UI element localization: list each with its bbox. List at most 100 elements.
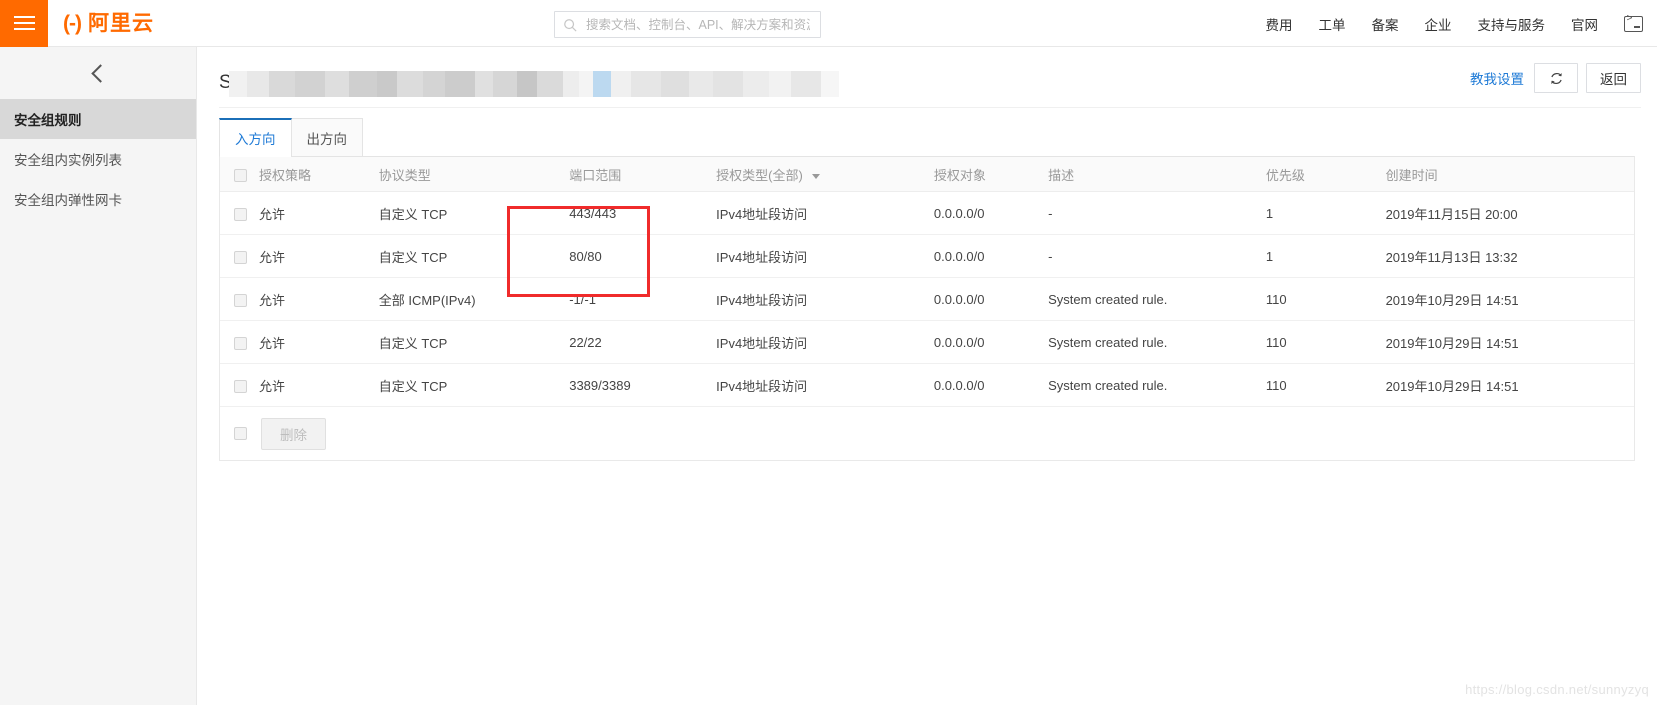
cell-value: 0.0.0.0/0 xyxy=(932,378,985,393)
cell-port-range: -1/-1 xyxy=(567,278,714,321)
cell-value: 自定义 TCP xyxy=(377,250,448,265)
top-header-bar: (-) 阿里云 费用 工单 备案 企业 支持与服务 官网 xyxy=(0,0,1657,47)
col-header-policy: 授权策略 xyxy=(257,157,377,192)
select-all-header xyxy=(220,157,257,192)
redaction-block xyxy=(397,71,423,97)
terminal-icon[interactable] xyxy=(1624,16,1643,32)
cell-value: IPv4地址段访问 xyxy=(714,207,807,222)
nav-item-ticket[interactable]: 工单 xyxy=(1319,14,1346,34)
cell-protocol: 自定义 TCP xyxy=(377,235,567,278)
sidebar-item-label: 安全组规则 xyxy=(14,109,82,129)
table-row[interactable]: 允许 全部 ICMP(IPv4) -1/-1 IPv4地址段访问 0.0.0.0… xyxy=(220,278,1634,321)
sidebar-item-label: 安全组内实例列表 xyxy=(14,149,122,169)
redaction-block xyxy=(229,71,247,97)
cell-port-range: 80/80 xyxy=(567,235,714,278)
sidebar-item-label: 安全组内弹性网卡 xyxy=(14,189,122,209)
teach-me-setup-link[interactable]: 教我设置 xyxy=(1470,68,1524,88)
cell-value: System created rule. xyxy=(1046,292,1167,307)
cell-description: - xyxy=(1046,235,1264,278)
redaction-block xyxy=(475,71,493,97)
cell-auth-object: 0.0.0.0/0 xyxy=(932,364,1046,407)
col-header-label: 授权类型(全部) xyxy=(714,168,803,183)
cell-value: 110 xyxy=(1264,378,1287,393)
row-checkbox[interactable] xyxy=(234,208,247,221)
cell-policy: 允许 xyxy=(257,235,377,278)
row-checkbox[interactable] xyxy=(234,337,247,350)
col-header-label: 授权对象 xyxy=(932,168,986,183)
cell-value: 全部 ICMP(IPv4) xyxy=(377,293,476,308)
nav-item-enterprise[interactable]: 企业 xyxy=(1425,14,1452,34)
cell-auth-type: IPv4地址段访问 xyxy=(714,278,932,321)
table-row[interactable]: 允许 自定义 TCP 443/443 IPv4地址段访问 0.0.0.0/0 -… xyxy=(220,192,1634,235)
cell-protocol: 自定义 TCP xyxy=(377,192,567,235)
nav-item-fee[interactable]: 费用 xyxy=(1266,14,1293,34)
cell-value: 允许 xyxy=(257,336,285,351)
cell-auth-object: 0.0.0.0/0 xyxy=(932,235,1046,278)
refresh-button[interactable] xyxy=(1534,63,1578,93)
cell-value: -1/-1 xyxy=(567,292,596,307)
chevron-left-icon xyxy=(91,64,109,82)
col-header-auth-type[interactable]: 授权类型(全部) xyxy=(714,157,932,192)
cell-description: System created rule. xyxy=(1046,278,1264,321)
cell-auth-type: IPv4地址段访问 xyxy=(714,364,932,407)
table-row[interactable]: 允许 自定义 TCP 22/22 IPv4地址段访问 0.0.0.0/0 Sys… xyxy=(220,321,1634,364)
search-input[interactable] xyxy=(584,17,812,33)
select-all-checkbox[interactable] xyxy=(234,169,247,182)
row-checkbox[interactable] xyxy=(234,251,247,264)
refresh-icon xyxy=(1549,71,1564,86)
redaction-block xyxy=(423,71,445,97)
table-footer: 删除 xyxy=(220,406,1634,460)
table-row[interactable]: 允许 自定义 TCP 3389/3389 IPv4地址段访问 0.0.0.0/0… xyxy=(220,364,1634,407)
tab-outbound[interactable]: 出方向 xyxy=(292,118,364,156)
cell-value: 1 xyxy=(1264,249,1273,264)
page-header: Sg 教我设置 返回 xyxy=(197,47,1657,108)
cell-priority: 110 xyxy=(1264,321,1384,364)
cell-value: - xyxy=(1046,206,1052,221)
cell-auth-object: 0.0.0.0/0 xyxy=(932,321,1046,364)
hamburger-line xyxy=(14,28,35,30)
cell-value: 3389/3389 xyxy=(567,378,630,393)
cell-value: 2019年10月29日 14:51 xyxy=(1384,379,1519,394)
cell-created-at: 2019年10月29日 14:51 xyxy=(1384,321,1634,364)
col-header-auth-object: 授权对象 xyxy=(932,157,1046,192)
delete-button-label: 删除 xyxy=(280,424,307,444)
cell-value: 允许 xyxy=(257,207,285,222)
row-checkbox[interactable] xyxy=(234,380,247,393)
redaction-block xyxy=(247,71,269,97)
redaction-block xyxy=(325,71,349,97)
aliyun-logo[interactable]: (-) 阿里云 xyxy=(63,13,154,34)
col-header-label: 描述 xyxy=(1046,168,1074,183)
redaction-block xyxy=(593,71,611,97)
back-button-label: 返回 xyxy=(1600,68,1627,88)
table-row[interactable]: 允许 自定义 TCP 80/80 IPv4地址段访问 0.0.0.0/0 - 1… xyxy=(220,235,1634,278)
redaction-block xyxy=(791,71,821,97)
cell-auth-object: 0.0.0.0/0 xyxy=(932,278,1046,321)
sidebar-collapse-button[interactable] xyxy=(0,47,196,99)
tab-inbound[interactable]: 入方向 xyxy=(219,118,292,156)
chevron-down-icon[interactable] xyxy=(812,174,820,179)
left-sidebar: 安全组规则 安全组内实例列表 安全组内弹性网卡 xyxy=(0,47,197,705)
nav-item-icp[interactable]: 备案 xyxy=(1372,14,1399,34)
cell-value: 2019年10月29日 14:51 xyxy=(1384,336,1519,351)
tab-label: 入方向 xyxy=(235,128,276,148)
row-checkbox[interactable] xyxy=(234,294,247,307)
redaction-block xyxy=(713,71,743,97)
col-header-protocol: 协议类型 xyxy=(377,157,567,192)
nav-item-website[interactable]: 官网 xyxy=(1571,14,1598,34)
nav-item-support[interactable]: 支持与服务 xyxy=(1478,14,1546,34)
hamburger-menu-icon[interactable] xyxy=(0,0,48,47)
redaction-block xyxy=(689,71,713,97)
redaction-block xyxy=(611,71,631,97)
back-button[interactable]: 返回 xyxy=(1586,63,1641,93)
col-header-priority: 优先级 xyxy=(1264,157,1384,192)
global-search[interactable] xyxy=(554,11,821,38)
sidebar-item-instance-list[interactable]: 安全组内实例列表 xyxy=(0,139,196,179)
cell-value: IPv4地址段访问 xyxy=(714,379,807,394)
sidebar-item-eni-list[interactable]: 安全组内弹性网卡 xyxy=(0,179,196,219)
col-header-port-range: 端口范围 xyxy=(567,157,714,192)
cell-value: 允许 xyxy=(257,250,285,265)
sidebar-item-security-group-rules[interactable]: 安全组规则 xyxy=(0,99,196,139)
footer-select-all-checkbox[interactable] xyxy=(234,427,247,440)
watermark: https://blog.csdn.net/sunnyzyq xyxy=(1465,682,1649,697)
delete-button[interactable]: 删除 xyxy=(261,418,326,450)
